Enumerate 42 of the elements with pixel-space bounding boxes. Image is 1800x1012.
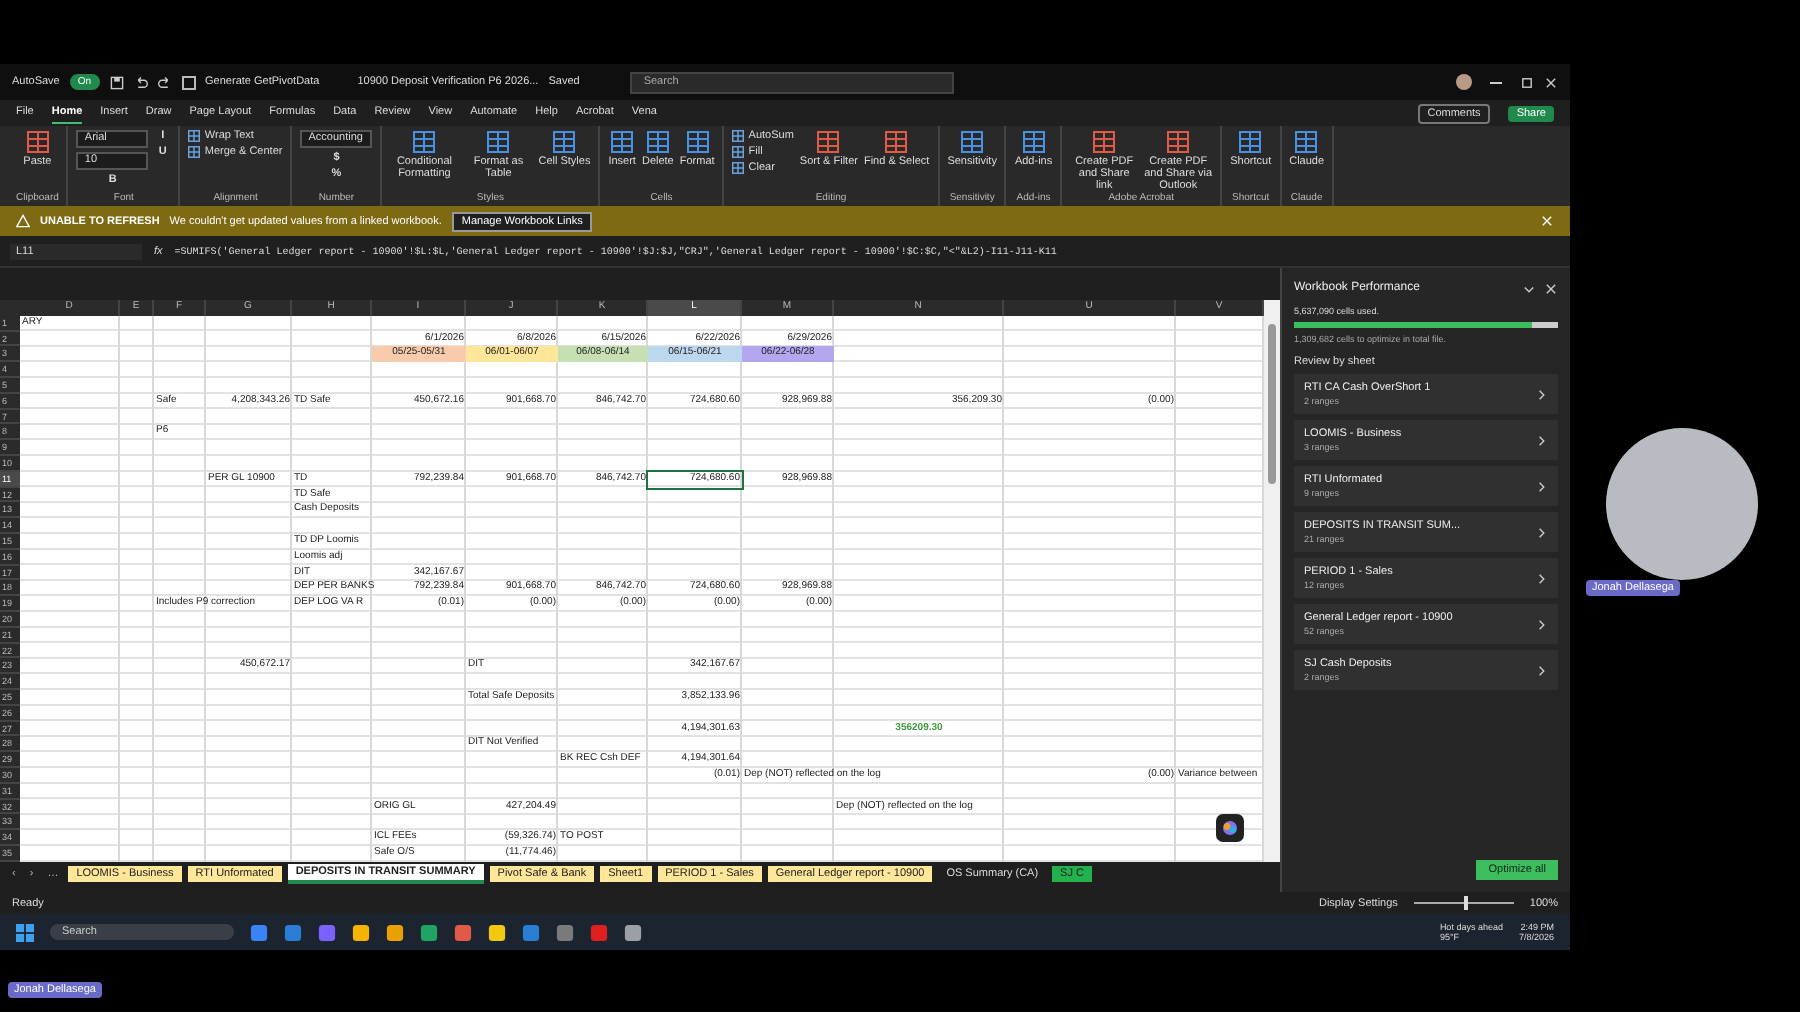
grid-icon <box>732 146 745 158</box>
windows-icon[interactable] <box>16 923 34 941</box>
chevron-right-icon <box>1534 663 1548 677</box>
undo-icon[interactable] <box>133 75 148 89</box>
grid-icon <box>685 130 710 154</box>
checkbox[interactable] <box>181 75 196 89</box>
grid-icon <box>960 130 985 154</box>
warning-icon <box>16 214 30 228</box>
grid-icon <box>732 130 745 142</box>
grid-icon <box>610 130 635 154</box>
grid-icon <box>188 146 201 158</box>
chevron-right-icon <box>1534 571 1548 585</box>
grid-icon <box>412 130 437 154</box>
grid-icon <box>552 130 577 154</box>
grid-icon <box>1092 130 1117 154</box>
scrollbar[interactable] <box>1264 300 1280 862</box>
close-icon[interactable] <box>1544 281 1558 295</box>
grid-icon <box>486 130 511 154</box>
save-icon[interactable] <box>109 75 124 89</box>
restore-icon[interactable] <box>1520 75 1534 89</box>
grid-icon <box>732 162 745 174</box>
chevron-right-icon <box>1534 387 1548 401</box>
minimize-icon[interactable] <box>1490 81 1502 83</box>
chevron-down-icon[interactable] <box>1522 281 1536 295</box>
chevron-right-icon <box>1534 525 1548 539</box>
chevron-right-icon <box>1534 479 1548 493</box>
zoom-thumb[interactable] <box>1463 896 1468 910</box>
grid-icon <box>1166 130 1191 154</box>
copilot-icon[interactable] <box>1216 813 1244 842</box>
grid-icon <box>1238 130 1263 154</box>
grid-icon <box>816 130 841 154</box>
grid-icon <box>1021 130 1046 154</box>
grid-icon <box>25 130 50 154</box>
chevron-right-icon <box>1534 617 1548 631</box>
user-avatar[interactable] <box>1456 74 1472 90</box>
grid-icon <box>645 130 670 154</box>
grid-icon <box>1294 130 1319 154</box>
close-icon[interactable] <box>1544 75 1558 89</box>
grid-icon <box>884 130 909 154</box>
chevron-right-icon <box>1534 433 1548 447</box>
grid-icon <box>188 130 201 142</box>
redo-icon[interactable] <box>157 75 172 89</box>
